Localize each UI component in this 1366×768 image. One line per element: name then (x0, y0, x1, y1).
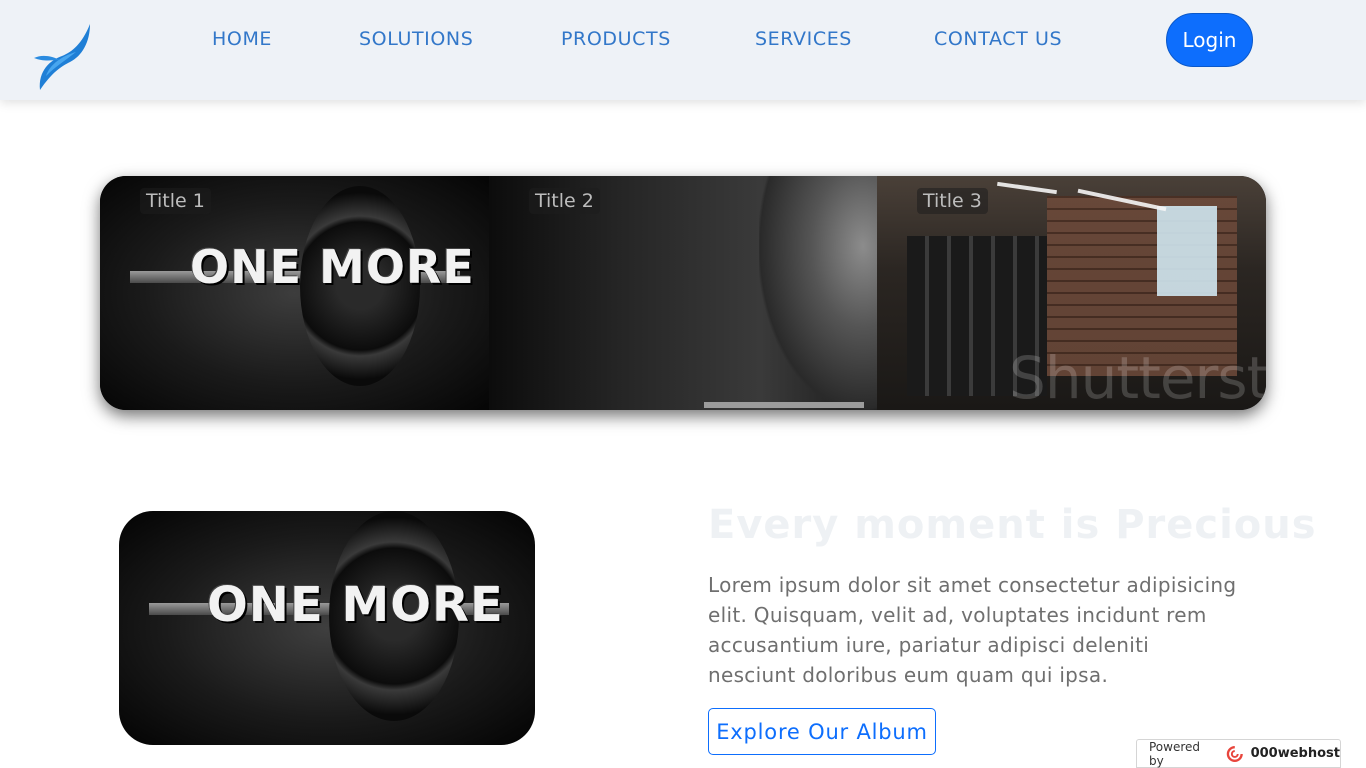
image-carousel: ONE MORE Title 1 Title 2 Shutterst Title… (100, 176, 1266, 410)
explore-album-button[interactable]: Explore Our Album (708, 708, 936, 755)
webhost-swirl-icon (1226, 745, 1243, 762)
panel-title: Title 1 (140, 188, 211, 214)
barbell-graphic (704, 402, 864, 408)
carousel-panel-2[interactable]: Title 2 (489, 176, 877, 410)
carousel-panel-1[interactable]: ONE MORE Title 1 (100, 176, 489, 410)
nav-solutions-link[interactable]: SOLUTIONS (359, 28, 473, 50)
panel-title: Title 2 (529, 188, 600, 214)
powered-by-label: Powered by (1149, 739, 1201, 768)
album-image-caption: ONE MORE (207, 577, 504, 633)
bird-logo-icon[interactable] (32, 16, 96, 94)
nav-contact-link[interactable]: CONTACT US (934, 28, 1062, 50)
nav-services-link[interactable]: SERVICES (755, 28, 852, 50)
carousel-panel-3[interactable]: Shutterst Title 3 (877, 176, 1266, 410)
ceiling-light-graphic (997, 181, 1057, 195)
section-paragraph: Lorem ipsum dolor sit amet consectetur a… (708, 573, 1237, 687)
nav-products-link[interactable]: PRODUCTS (561, 28, 671, 50)
webhost-brand: 000webhost (1250, 746, 1340, 761)
stock-watermark: Shutterst (1009, 344, 1266, 410)
section-heading: Every moment is Precious (708, 502, 1317, 548)
panel-title: Title 3 (917, 188, 988, 214)
panel-caption: ONE MORE (190, 240, 475, 294)
nav-home-link[interactable]: HOME (212, 28, 272, 50)
album-image: ONE MORE (119, 511, 535, 745)
login-button[interactable]: Login (1166, 13, 1253, 67)
athlete-graphic (759, 176, 877, 410)
powered-by-badge[interactable]: Powered by 000webhost (1136, 739, 1341, 768)
navbar: HOME SOLUTIONS PRODUCTS SERVICES CONTACT… (0, 0, 1366, 100)
window-graphic (1157, 206, 1217, 296)
